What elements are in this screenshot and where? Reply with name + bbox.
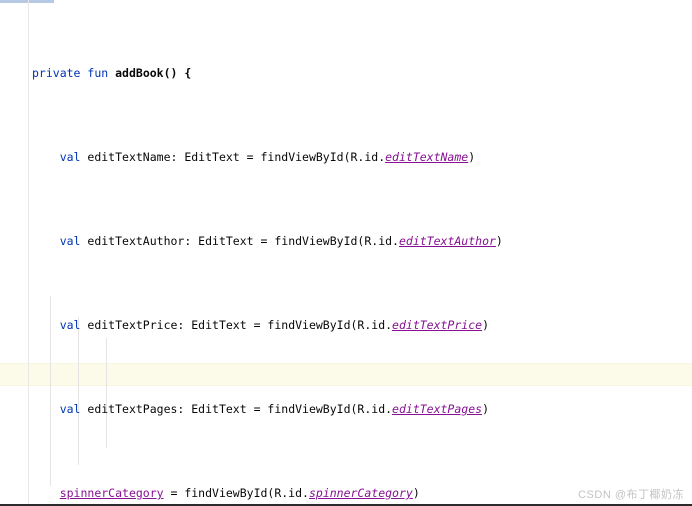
watermark: CSDN @布丁椰奶冻 [578,489,684,501]
code-line[interactable]: val editTextPrice: EditText = findViewBy… [0,315,692,336]
code-line[interactable]: val editTextAuthor: EditText = findViewB… [0,231,692,252]
code-line[interactable]: private fun addBook() { [0,63,692,84]
code-editor[interactable]: private fun addBook() { val editTextName… [0,0,692,506]
code-line[interactable]: val editTextPages: EditText = findViewBy… [0,399,692,420]
code-content[interactable]: private fun addBook() { val editTextName… [0,0,692,506]
code-line[interactable]: val editTextName: EditText = findViewByI… [0,147,692,168]
